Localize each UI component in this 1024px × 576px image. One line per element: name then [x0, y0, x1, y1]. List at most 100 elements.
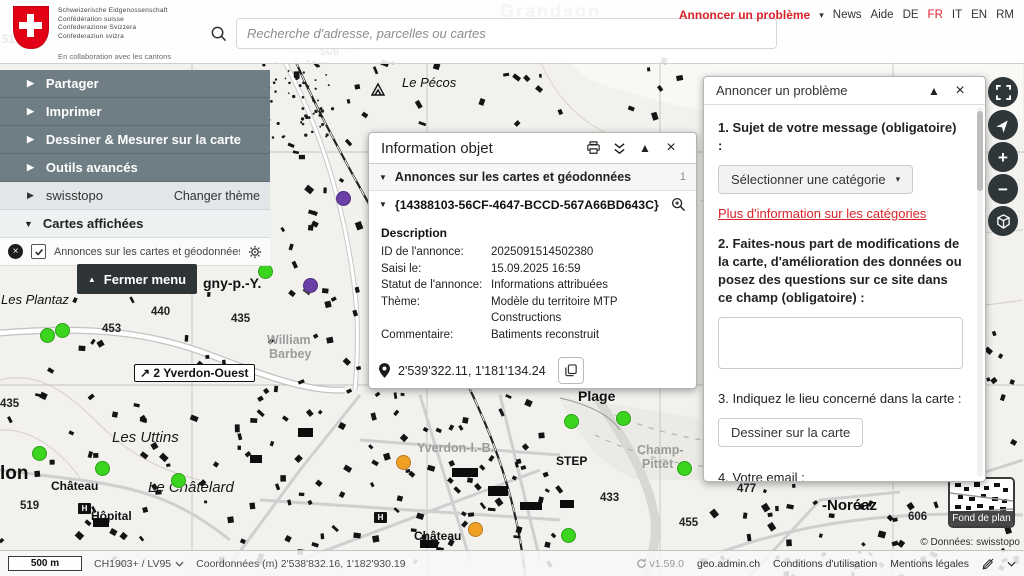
geoadmin-link[interactable]: geo.admin.ch: [697, 558, 760, 570]
basemap-switcher-button[interactable]: Fond de plan: [948, 477, 1015, 528]
feature-id: {14388103-56CF-4647-BCCD-567A66BD643C}: [395, 198, 659, 212]
close-menu-label: Fermer menu: [104, 272, 186, 287]
chevron-down-icon[interactable]: ▾: [819, 10, 824, 21]
map-feature-marker-green[interactable]: [561, 528, 576, 543]
footer-links: v1.59.0 geo.admin.ch Conditions d'utilis…: [636, 558, 1016, 570]
lang-it[interactable]: IT: [952, 9, 962, 21]
close-icon[interactable]: ×: [658, 141, 684, 155]
projection-select[interactable]: CH1903+ / LV95: [94, 558, 184, 570]
scrollbar-thumb[interactable]: [977, 111, 983, 191]
row-value: Batiments reconstruit: [491, 327, 684, 344]
zoom-out-button[interactable]: −: [988, 174, 1018, 204]
hospital-symbol: H: [78, 503, 91, 514]
menu-label: Dessiner & Mesurer sur la carte: [46, 132, 241, 147]
collapse-panel-icon[interactable]: ▲: [632, 141, 658, 155]
category-info-link[interactable]: Plus d'information sur les catégories: [718, 206, 963, 221]
remove-layer-icon[interactable]: ×: [8, 244, 23, 259]
draw-on-map-button[interactable]: Dessiner sur la carte: [718, 418, 863, 447]
change-theme-link[interactable]: Changer thème: [174, 189, 260, 203]
chevron-right-icon: ▶: [27, 78, 34, 89]
menu-item-advanced-tools[interactable]: ▶Outils avancés: [0, 154, 270, 182]
message-textarea[interactable]: [718, 317, 963, 369]
description-row: Statut de l'annonce:Informations attribu…: [381, 277, 684, 294]
report-panel-body: 1. Sujet de votre message (obligatoire) …: [704, 105, 985, 482]
refresh-icon: [636, 558, 647, 569]
search-icon: [210, 25, 227, 42]
menu-item-print[interactable]: ▶Imprimer: [0, 98, 270, 126]
print-icon[interactable]: [580, 141, 606, 155]
zoom-to-feature-icon[interactable]: [671, 197, 686, 212]
exit-arrow-icon: ↗: [140, 366, 150, 380]
layer-settings-gear-icon[interactable]: [248, 245, 262, 259]
map-feature-marker-green[interactable]: [677, 461, 692, 476]
help-link[interactable]: Aide: [871, 9, 894, 21]
scrollbar[interactable]: [977, 107, 983, 477]
report-problem-link[interactable]: Annoncer un problème: [679, 8, 810, 22]
close-icon[interactable]: ×: [947, 84, 973, 98]
header-links: Annoncer un problème ▾ News Aide DE FR I…: [679, 8, 1014, 22]
map-feature-marker-green[interactable]: [616, 411, 631, 426]
terms-link[interactable]: Conditions d'utilisation: [773, 558, 877, 570]
side-menu: ▶ Partager ▶Imprimer ▶Dessiner & Mesurer …: [0, 70, 270, 266]
geoadmin-app: Grandson513500Les MuriersLe PécosSTEPgny…: [0, 0, 1024, 576]
info-layer-group-row[interactable]: ▼ Annonces sur les cartes et géodonnées …: [369, 164, 696, 191]
hospital-symbol: H: [374, 512, 387, 523]
copy-coordinates-button[interactable]: [558, 357, 584, 384]
menu-item-share[interactable]: ▶ Partager: [0, 70, 270, 98]
layer-row: × Annonces sur les cartes et géodonnées: [0, 238, 270, 266]
lang-en[interactable]: EN: [971, 9, 987, 21]
scale-bar: 500 m: [8, 556, 82, 571]
geolocate-button[interactable]: [988, 110, 1018, 140]
map-feature-marker-green[interactable]: [40, 328, 55, 343]
lang-de[interactable]: DE: [903, 9, 919, 21]
disable-drawing-icon[interactable]: [982, 558, 994, 570]
map-feature-marker-green[interactable]: [95, 461, 110, 476]
menu-item-draw-measure[interactable]: ▶Dessiner & Mesurer sur la carte: [0, 126, 270, 154]
description-row: Thème:Modèle du territoire MTP Construct…: [381, 294, 684, 327]
projection-label: CH1903+ / LV95: [94, 558, 171, 570]
description-title: Description: [381, 226, 684, 240]
map-feature-marker-green[interactable]: [55, 323, 70, 338]
zoom-in-button[interactable]: +: [988, 142, 1018, 172]
lang-fr[interactable]: FR: [928, 9, 943, 21]
map-feature-marker-orange[interactable]: [468, 522, 483, 537]
fullscreen-button[interactable]: [988, 77, 1018, 107]
row-value: 15.09.2025 16:59: [491, 261, 684, 278]
expand-all-icon[interactable]: [606, 142, 632, 155]
feature-row[interactable]: ▼ {14388103-56CF-4647-BCCD-567A66BD643C}: [369, 191, 696, 218]
legal-link[interactable]: Mentions légales: [890, 558, 969, 570]
info-panel-title: Information objet: [381, 140, 580, 157]
map-feature-marker-green[interactable]: [32, 446, 47, 461]
category-select[interactable]: Sélectionner une catégorie ▾: [718, 165, 913, 194]
collapse-panel-icon[interactable]: ▲: [921, 84, 947, 98]
map-feature-marker-green[interactable]: [564, 414, 579, 429]
row-value: Informations attribuées: [491, 277, 684, 294]
basemap-button-label: Fond de plan: [950, 511, 1013, 526]
group-label: Annonces sur les cartes et géodonnées: [395, 170, 631, 184]
question-3-label: 3. Indiquez le lieu concerné dans la car…: [718, 390, 963, 408]
menu-label: Partager: [46, 76, 99, 91]
chevron-down-icon[interactable]: [1007, 561, 1016, 567]
map-feature-marker-purple[interactable]: [303, 278, 318, 293]
map-feature-marker-green[interactable]: [171, 473, 186, 488]
layer-label: Annonces sur les cartes et géodonnées: [54, 246, 240, 258]
news-link[interactable]: News: [833, 9, 862, 21]
search-input[interactable]: [236, 18, 777, 49]
map-feature-marker-purple[interactable]: [336, 191, 351, 206]
search-bar: [205, 18, 777, 49]
top-header: Schweizerische Eidgenossenschaft Confédé…: [0, 0, 1024, 64]
lang-rm[interactable]: RM: [996, 9, 1014, 21]
layer-checkbox[interactable]: [31, 244, 46, 259]
theme-row[interactable]: ▶ swisstopo Changer thème: [0, 182, 270, 210]
info-panel-header: Information objet ▲ ×: [369, 133, 696, 164]
chevron-down-icon: [175, 561, 184, 567]
3d-view-button[interactable]: [988, 206, 1018, 236]
close-menu-button[interactable]: ▲ Fermer menu: [77, 264, 197, 294]
displayed-maps-header[interactable]: ▼ Cartes affichées: [0, 210, 270, 238]
map-feature-marker-orange[interactable]: [396, 455, 411, 470]
question-2-label: 2. Faites-nous part de modifications de …: [718, 235, 963, 307]
status-bar: 500 m CH1903+ / LV95 Coordonnées (m) 2'5…: [0, 550, 1024, 576]
question-1-label: 1. Sujet de votre message (obligatoire) …: [718, 119, 963, 155]
data-attribution[interactable]: © Données: swisstopo: [920, 537, 1020, 548]
coordinates-text: 2'539'322.11, 1'181'134.24: [398, 364, 546, 378]
